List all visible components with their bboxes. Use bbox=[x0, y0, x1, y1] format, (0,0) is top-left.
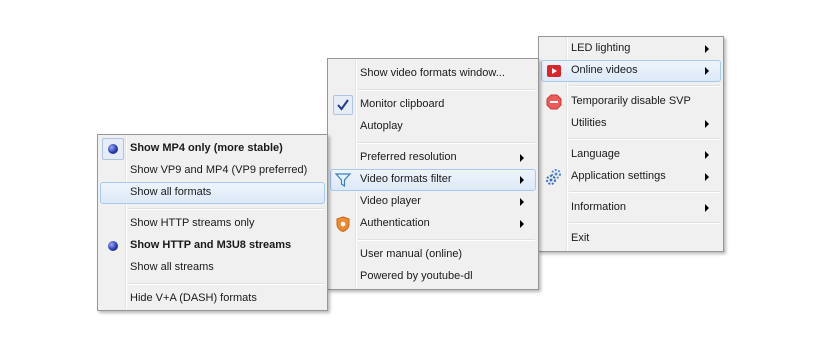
menu-item-label: Video formats filter bbox=[360, 173, 452, 185]
radio-bullet-icon bbox=[102, 235, 124, 257]
submenu-arrow-icon bbox=[520, 154, 524, 162]
menu-item-video-player[interactable]: Video player bbox=[330, 191, 536, 213]
menu-item-label: Show HTTP streams only bbox=[130, 217, 255, 229]
menu-item-label: User manual (online) bbox=[360, 248, 463, 260]
filter-icon bbox=[332, 169, 354, 191]
menu-item-label: Hide V+A (DASH) formats bbox=[130, 292, 257, 304]
menu-item-label: Autoplay bbox=[360, 120, 403, 132]
menu-item-label: Application settings bbox=[571, 170, 666, 182]
menu-separator bbox=[358, 142, 535, 144]
radio-bullet-dot bbox=[108, 241, 118, 251]
stop-sign-icon bbox=[543, 91, 565, 113]
menu-item-show-all-formats[interactable]: Show all formats bbox=[100, 182, 325, 204]
menu-item-exit[interactable]: Exit bbox=[541, 228, 721, 250]
online-videos-menu: Show video formats window... Monitor cli… bbox=[327, 58, 539, 290]
menu-separator bbox=[569, 191, 720, 193]
play-video-icon bbox=[543, 60, 565, 82]
gears-icon bbox=[543, 166, 565, 188]
submenu-arrow-icon bbox=[705, 67, 709, 75]
submenu-arrow-icon bbox=[520, 220, 524, 228]
menu-item-label: Utilities bbox=[571, 117, 607, 129]
radio-bullet-dot bbox=[108, 144, 118, 154]
menu-separator bbox=[358, 89, 535, 91]
menu-separator bbox=[358, 239, 535, 241]
menu-item-monitor-clipboard[interactable]: Monitor clipboard bbox=[330, 94, 536, 116]
submenu-arrow-icon bbox=[520, 176, 524, 184]
main-menu: LED lighting Online videos Temporarily d… bbox=[538, 36, 724, 252]
menu-item-label: Show all streams bbox=[130, 261, 214, 273]
menu-item-label: Show all formats bbox=[130, 186, 212, 198]
menu-item-autoplay[interactable]: Autoplay bbox=[330, 116, 536, 138]
menu-item-label: Show MP4 only (more stable) bbox=[130, 142, 283, 154]
menu-item-hide-dash-formats[interactable]: Hide V+A (DASH) formats bbox=[100, 288, 325, 310]
menu-separator bbox=[569, 85, 720, 87]
menu-item-online-videos[interactable]: Online videos bbox=[541, 60, 721, 82]
menu-item-label: Information bbox=[571, 201, 627, 213]
submenu-arrow-icon bbox=[705, 173, 709, 181]
menu-item-label: Temporarily disable SVP bbox=[571, 95, 691, 107]
menu-item-label: Show VP9 and MP4 (VP9 preferred) bbox=[130, 164, 308, 176]
menu-item-label: Powered by youtube-dl bbox=[360, 270, 473, 282]
menu-item-label: Show HTTP and M3U8 streams bbox=[130, 239, 292, 251]
menu-item-video-formats-filter[interactable]: Video formats filter bbox=[330, 169, 536, 191]
menu-item-disable-svp[interactable]: Temporarily disable SVP bbox=[541, 91, 721, 113]
menu-separator bbox=[128, 208, 324, 210]
menu-item-show-vp9-and-mp4[interactable]: Show VP9 and MP4 (VP9 preferred) bbox=[100, 160, 325, 182]
submenu-arrow-icon bbox=[520, 198, 524, 206]
menu-item-show-mp4-only[interactable]: Show MP4 only (more stable) bbox=[100, 138, 325, 160]
menu-item-show-video-formats-window[interactable]: Show video formats window... bbox=[330, 63, 536, 85]
menu-item-preferred-resolution[interactable]: Preferred resolution bbox=[330, 147, 536, 169]
menu-separator bbox=[569, 222, 720, 224]
menu-item-label: Monitor clipboard bbox=[360, 98, 445, 110]
menu-item-label: Online videos bbox=[571, 64, 638, 76]
menu-item-show-http-and-m3u8[interactable]: Show HTTP and M3U8 streams bbox=[100, 235, 325, 257]
submenu-arrow-icon bbox=[705, 45, 709, 53]
menu-item-label: LED lighting bbox=[571, 42, 631, 54]
shield-icon bbox=[332, 213, 354, 235]
menu-item-utilities[interactable]: Utilities bbox=[541, 113, 721, 135]
menu-item-label: Authentication bbox=[360, 217, 430, 229]
submenu-arrow-icon bbox=[705, 120, 709, 128]
checkmark-icon bbox=[332, 94, 354, 116]
menu-item-authentication[interactable]: Authentication bbox=[330, 213, 536, 235]
menu-item-label: Preferred resolution bbox=[360, 151, 457, 163]
menu-item-show-http-streams-only[interactable]: Show HTTP streams only bbox=[100, 213, 325, 235]
menu-item-language[interactable]: Language bbox=[541, 144, 721, 166]
menu-separator bbox=[569, 138, 720, 140]
menu-item-powered-by-youtube-dl[interactable]: Powered by youtube-dl bbox=[330, 266, 536, 288]
menu-item-label: Exit bbox=[571, 232, 590, 244]
formats-filter-menu: Show MP4 only (more stable) Show VP9 and… bbox=[97, 134, 328, 311]
submenu-arrow-icon bbox=[705, 151, 709, 159]
radio-bullet-icon bbox=[102, 138, 124, 160]
menu-item-label: Video player bbox=[360, 195, 421, 207]
menu-item-show-all-streams[interactable]: Show all streams bbox=[100, 257, 325, 279]
submenu-arrow-icon bbox=[705, 204, 709, 212]
menu-separator bbox=[128, 283, 324, 285]
menu-item-application-settings[interactable]: Application settings bbox=[541, 166, 721, 188]
menu-item-user-manual[interactable]: User manual (online) bbox=[330, 244, 536, 266]
menu-item-information[interactable]: Information bbox=[541, 197, 721, 219]
menu-item-led-lighting[interactable]: LED lighting bbox=[541, 38, 721, 60]
menu-item-label: Language bbox=[571, 148, 620, 160]
menu-item-label: Show video formats window... bbox=[360, 67, 505, 79]
